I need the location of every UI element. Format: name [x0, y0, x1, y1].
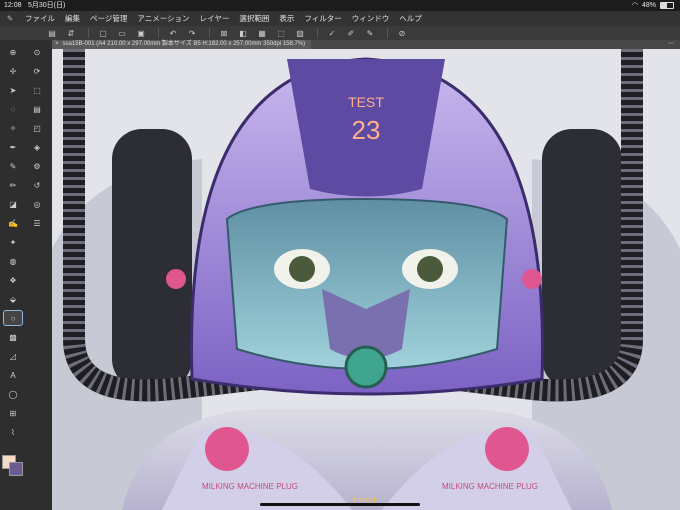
magnify-icon[interactable]: ⊙ — [28, 45, 46, 59]
document-tab-title: ssa15B-001 (A4 210.00 x 297.00mm 製本サイズ B… — [62, 41, 306, 47]
menu-edit[interactable]: 編集 — [60, 13, 85, 24]
battery-icon — [660, 2, 674, 9]
clear-icon[interactable]: ⊠ — [216, 27, 232, 39]
mask-valve — [344, 345, 388, 389]
material-icon[interactable]: ◈ — [28, 140, 46, 154]
decoration-icon[interactable]: ❖ — [4, 273, 22, 287]
drawing-canvas[interactable]: MILKING MACHINE PLUG MILKING MACHINE PLU… — [52, 49, 680, 510]
app-menu-icon[interactable]: ✎ — [0, 11, 20, 26]
auto-select-icon[interactable]: ✧ — [4, 121, 22, 135]
left-helmet-light — [166, 269, 186, 289]
right-chest-plug — [485, 427, 529, 471]
zoom-icon[interactable]: ⊕ — [4, 45, 22, 59]
helmet-number: 23 — [352, 115, 381, 145]
right-helmet-light — [522, 269, 542, 289]
brush-tool-icon[interactable]: ✍ — [4, 216, 22, 230]
tool-column-main: ⊕ ✢ ➤ ◌ ✧ ✒ ✎ ✏ ◪ ✍ ✦ ◍ ❖ ⬙ ○ ▩ ◿ A ◯ ⊞ … — [2, 40, 24, 439]
right-back-panel — [542, 129, 622, 389]
clock: 12:08 — [4, 2, 22, 9]
settings-icon[interactable]: ⊘ — [394, 27, 410, 39]
pen-tool-icon[interactable]: ✎ — [4, 159, 22, 173]
menu-layer[interactable]: レイヤー — [195, 13, 235, 24]
menu-selection[interactable]: 選択範囲 — [234, 13, 274, 24]
undo-icon[interactable]: ↶ — [165, 27, 181, 39]
navigator-icon[interactable]: ◰ — [28, 121, 46, 135]
pages-icon[interactable]: ▤ — [44, 27, 60, 39]
rotate-icon[interactable]: ⟳ — [28, 64, 46, 78]
figure-icon[interactable]: ◿ — [4, 349, 22, 363]
document-tab-bar: × ssa15B-001 (A4 210.00 x 297.00mm 製本サイズ… — [52, 40, 680, 49]
redo-icon[interactable]: ↷ — [184, 27, 200, 39]
left-iris — [289, 256, 315, 282]
right-iris — [417, 256, 443, 282]
menu-window[interactable]: ウィンドウ — [347, 13, 395, 24]
brush-icon[interactable]: ✐ — [343, 27, 359, 39]
more-icon[interactable]: ⋯ — [668, 40, 680, 49]
left-back-panel — [112, 129, 192, 389]
transform-icon[interactable]: ▧ — [292, 27, 308, 39]
move-icon[interactable]: ✢ — [4, 64, 22, 78]
text-icon[interactable]: A — [4, 368, 22, 382]
select-icon[interactable]: ⬚ — [28, 83, 46, 97]
close-tab-icon[interactable]: × — [55, 40, 59, 49]
balloon-icon[interactable]: ◯ — [4, 387, 22, 401]
color-wheel-icon[interactable]: ◎ — [28, 197, 46, 211]
color-swatches[interactable] — [2, 455, 23, 479]
menu-help[interactable]: ヘルプ — [394, 13, 427, 24]
menu-bar: ✎ ファイル 編集 ページ管理 アニメーション レイヤー 選択範囲 表示 フィル… — [0, 11, 680, 26]
new-icon[interactable]: ▢ — [95, 27, 111, 39]
home-indicator[interactable] — [260, 503, 420, 506]
date: 5月30日(日) — [28, 2, 66, 9]
document-tab[interactable]: × ssa15B-001 (A4 210.00 x 297.00mm 製本サイズ… — [52, 40, 312, 49]
layers-icon[interactable]: ☰ — [28, 216, 46, 230]
battery-level — [661, 3, 667, 8]
pencil-icon[interactable]: ✏ — [4, 178, 22, 192]
sub-color-swatch[interactable] — [9, 462, 23, 476]
menu-filter[interactable]: フィルター — [299, 13, 346, 24]
tool-palette: ⊕ ✢ ➤ ◌ ✧ ✒ ✎ ✏ ◪ ✍ ✦ ◍ ❖ ⬙ ○ ▩ ◿ A ◯ ⊞ … — [0, 40, 52, 510]
menu-page[interactable]: ページ管理 — [85, 13, 132, 24]
property-icon[interactable]: ⚙ — [28, 159, 46, 173]
menu-file[interactable]: ファイル — [20, 13, 60, 24]
helmet-label: TEST — [348, 94, 384, 110]
operation-icon[interactable]: ➤ — [4, 83, 22, 97]
save-icon[interactable]: ▣ — [133, 27, 149, 39]
wifi-icon: ◠ — [631, 2, 638, 9]
layer-panel-icon[interactable]: ▤ — [28, 102, 46, 116]
left-chest-plug — [205, 427, 249, 471]
menu-animation[interactable]: アニメーション — [132, 13, 194, 24]
switch-icon[interactable]: ⇵ — [63, 27, 79, 39]
status-bar: 12:08 5月30日(日) ◠ 48% — [0, 0, 680, 11]
deselect-icon[interactable]: ⬚ — [273, 27, 289, 39]
ruler-tool-icon[interactable]: ⊞ — [4, 406, 22, 420]
blend-icon[interactable]: ◍ — [4, 254, 22, 268]
pen-icon[interactable]: ✓ — [324, 27, 340, 39]
artwork: MILKING MACHINE PLUG MILKING MACHINE PLU… — [52, 49, 680, 510]
eraser-icon[interactable]: ◪ — [4, 197, 22, 211]
correct-line-icon[interactable]: ⌇ — [4, 425, 22, 439]
fill-tool-icon[interactable]: ⬙ — [4, 292, 22, 306]
gradient-icon[interactable]: ▩ — [4, 330, 22, 344]
circle-tool-icon[interactable]: ○ — [3, 310, 23, 326]
battery-percent: 48% — [641, 2, 656, 9]
fill-icon[interactable]: ◧ — [235, 27, 251, 39]
lasso-icon[interactable]: ◌ — [4, 102, 22, 116]
ruler-icon[interactable]: ✎ — [362, 27, 378, 39]
chest-label-left: MILKING MACHINE PLUG — [202, 482, 298, 491]
eyedropper-icon[interactable]: ✒ — [4, 140, 22, 154]
airbrush-icon[interactable]: ✦ — [4, 235, 22, 249]
open-icon[interactable]: ▭ — [114, 27, 130, 39]
select-all-icon[interactable]: ▦ — [254, 27, 270, 39]
chest-label-right: MILKING MACHINE PLUG — [442, 482, 538, 491]
history-icon[interactable]: ↺ — [28, 178, 46, 192]
command-bar: ▤ ⇵ ▢ ▭ ▣ ↶ ↷ ⊠ ◧ ▦ ⬚ ▧ ✓ ✐ ✎ ⊘ — [0, 26, 680, 40]
menu-view[interactable]: 表示 — [274, 13, 299, 24]
tool-column-sub: ⊙ ⟳ ⬚ ▤ ◰ ◈ ⚙ ↺ ◎ ☰ — [26, 40, 48, 230]
